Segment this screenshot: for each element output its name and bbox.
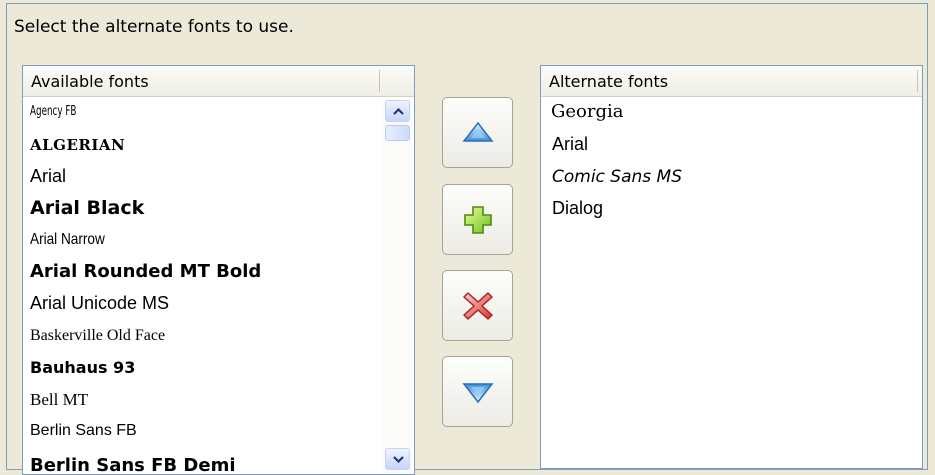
alt-font-item-comic-sans-ms[interactable]: Comic Sans MS [552,167,682,187]
font-item-bauhaus-93[interactable]: Bauhaus 93 [30,358,135,377]
move-down-button[interactable] [442,356,513,427]
alt-font-item-georgia[interactable]: Georgia [551,101,623,122]
font-item-arial-black[interactable]: Arial Black [30,197,144,219]
available-fonts-header[interactable]: Available fonts [23,66,414,97]
scroll-thumb[interactable] [385,125,410,141]
font-item-berlin-sans-fb-demi[interactable]: Berlin Sans FB Demi [30,455,236,474]
chevron-up-icon [393,107,404,115]
remove-font-button[interactable] [442,270,513,341]
available-fonts-scrollbar[interactable] [383,99,412,474]
column-separator [379,70,380,92]
alternate-fonts-header-label: Alternate fonts [549,72,669,91]
alt-font-item-dialog[interactable]: Dialog [552,198,603,219]
chevron-down-icon [393,456,404,464]
font-item-bell-mt[interactable]: Bell MT [30,390,88,410]
add-font-button[interactable] [442,184,513,255]
alt-font-item-arial[interactable]: Arial [552,134,588,155]
column-separator [917,70,918,92]
red-x-icon [463,292,493,320]
font-item-baskerville-old-face[interactable]: Baskerville Old Face [30,327,165,345]
font-item-arial-unicode-ms[interactable]: Arial Unicode MS [30,293,169,314]
move-up-button[interactable] [442,97,513,168]
font-item-berlin-sans-fb[interactable]: Berlin Sans FB [30,422,137,440]
font-item-agency-fb[interactable]: Agency FB [30,104,76,119]
font-item-arial[interactable]: Arial [30,166,66,187]
instruction-label: Select the alternate fonts to use. [14,17,294,37]
available-fonts-header-label: Available fonts [31,72,149,91]
font-item-arial-rounded-mt-bold[interactable]: Arial Rounded MT Bold [30,261,261,282]
available-fonts-list[interactable]: Available fonts Agency FB ALGERIAN Arial… [22,65,415,475]
plus-icon [464,206,492,234]
font-item-algerian[interactable]: ALGERIAN [30,136,125,154]
move-down-arrow-icon [462,383,494,404]
alternate-fonts-list[interactable]: Alternate fonts Georgia Arial Comic Sans… [540,65,923,469]
font-item-arial-narrow[interactable]: Arial Narrow [30,231,105,249]
alternate-fonts-header[interactable]: Alternate fonts [541,66,922,97]
scroll-up-button[interactable] [385,100,410,122]
move-up-arrow-icon [462,121,494,142]
scroll-down-button[interactable] [385,448,410,470]
